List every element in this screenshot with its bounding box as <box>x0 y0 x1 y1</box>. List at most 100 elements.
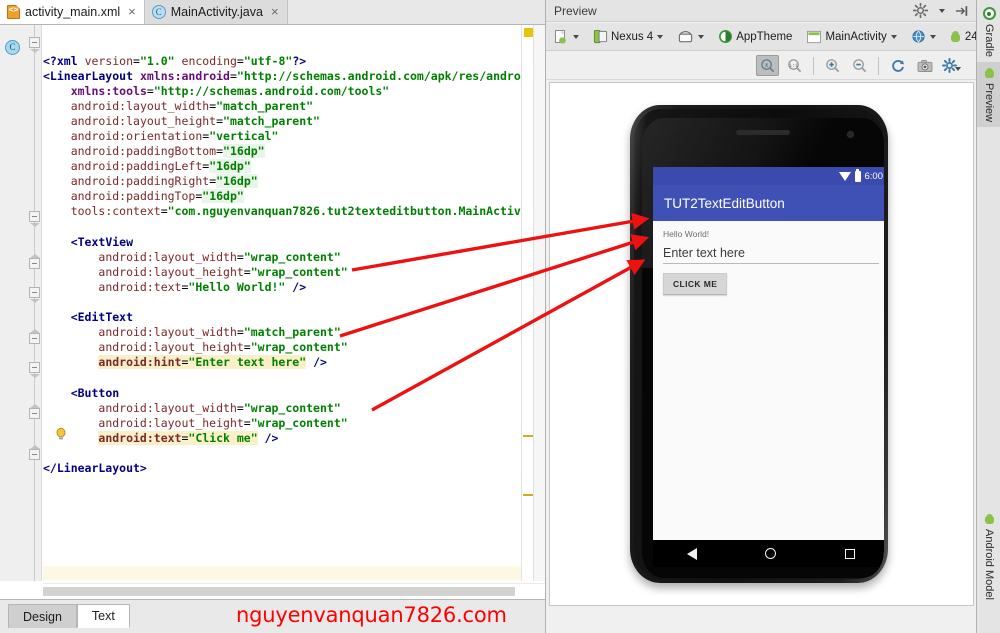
fold-end-edittext[interactable] <box>29 329 40 344</box>
chevron-down-icon <box>657 34 664 39</box>
editor-tab-strip: activity_main.xml × C MainActivity.java … <box>0 0 545 25</box>
device-selector[interactable]: Nexus 4 <box>589 26 667 48</box>
proximity-sensor-icon <box>676 132 681 137</box>
fold-toggle-linearlayout[interactable] <box>29 37 40 53</box>
tool-tab-android-model[interactable]: Android Model <box>977 508 1000 605</box>
editor-horizontal-scrollbar[interactable] <box>43 583 545 598</box>
zoom-in-button[interactable] <box>821 55 844 76</box>
chevron-down-icon <box>890 34 897 39</box>
zoom-to-fit-button[interactable] <box>756 55 779 76</box>
camera-icon <box>917 59 932 72</box>
orientation-selector[interactable] <box>673 26 708 48</box>
preview-configuration-toolbar: Nexus 4 AppTheme MainActivity 24 <box>546 23 988 51</box>
zoom-actual-size-button[interactable]: 1:1 <box>783 55 806 76</box>
editor-tab-label: MainActivity.java <box>170 4 263 19</box>
zoom-1to1-icon: 1:1 <box>788 59 802 73</box>
tab-design[interactable]: Design <box>8 604 77 628</box>
rendered-app-screen[interactable]: 6:00 TUT2TextEditButton Hello World! Ent… <box>653 167 884 567</box>
chevron-down-icon <box>929 34 936 39</box>
fold-rail <box>34 25 35 581</box>
xml-file-icon <box>7 4 20 19</box>
device-selector-label: Nexus 4 <box>611 30 654 43</box>
tool-tab-preview[interactable]: Preview <box>977 62 1000 128</box>
theme-selector[interactable]: AppTheme <box>714 26 796 48</box>
fold-end-linearlayout[interactable] <box>29 445 40 460</box>
theme-selector-label: AppTheme <box>736 30 793 43</box>
editor-marker-bar[interactable] <box>521 25 533 581</box>
preview-header-actions <box>913 3 969 18</box>
device-glass: 6:00 TUT2TextEditButton Hello World! Ent… <box>642 118 884 578</box>
app-content-area: Hello World! Enter text here CLICK ME <box>653 221 884 540</box>
collapse-panel-icon[interactable] <box>955 4 969 18</box>
device-icon <box>593 29 608 44</box>
editor-vertical-scrollbar[interactable] <box>533 25 545 581</box>
svg-text:1:1: 1:1 <box>789 63 798 69</box>
code-editor-pane: activity_main.xml × C MainActivity.java … <box>0 0 545 633</box>
preview-zoom-toolbar: 1:1 <box>546 52 977 80</box>
editor-gutter[interactable]: C <box>0 25 42 581</box>
zoom-out-button[interactable] <box>848 55 871 76</box>
theme-icon <box>719 30 733 43</box>
watermark-text: nguyenvanquan7826.com <box>236 603 507 627</box>
android-icon <box>983 513 995 525</box>
preview-title: Preview <box>554 3 597 18</box>
render-settings-button[interactable] <box>940 55 963 76</box>
editor-tab-activity-main-xml[interactable]: activity_main.xml × <box>0 0 145 24</box>
tab-text[interactable]: Text <box>76 604 130 628</box>
status-bar: 6:00 <box>653 167 884 185</box>
tool-tab-gradle[interactable]: Gradle <box>977 2 1000 62</box>
close-icon[interactable]: × <box>271 5 279 18</box>
tool-tab-label: Gradle <box>983 24 995 58</box>
editor-tab-label: activity_main.xml <box>25 4 121 19</box>
locale-selector[interactable] <box>907 26 940 48</box>
warning-marker[interactable] <box>524 28 533 37</box>
preview-button[interactable]: CLICK ME <box>663 273 728 295</box>
chevron-down-icon[interactable] <box>939 8 945 13</box>
nav-back-button[interactable] <box>687 547 698 560</box>
activity-selector-label: MainActivity <box>825 30 887 43</box>
change-marker[interactable] <box>523 494 533 496</box>
gradle-icon <box>982 7 996 20</box>
tab-text-label: Text <box>91 609 115 623</box>
fold-toggle-button[interactable] <box>29 362 40 378</box>
code-text-area[interactable]: <?xml version="1.0" encoding="utf-8"?> <… <box>43 25 521 581</box>
activity-icon <box>807 30 822 43</box>
fold-end-button[interactable] <box>29 404 40 419</box>
editor-tab-mainactivity-java[interactable]: C MainActivity.java × <box>144 0 288 24</box>
wifi-icon <box>838 171 851 181</box>
android-navigation-bar <box>653 540 884 567</box>
intention-bulb-icon[interactable] <box>54 427 68 441</box>
screenshot-button[interactable] <box>913 55 936 76</box>
gear-icon[interactable] <box>913 3 928 18</box>
fold-end-textview[interactable] <box>29 254 40 269</box>
device-inner-bezel: 6:00 TUT2TextEditButton Hello World! Ent… <box>634 109 884 579</box>
tool-tab-label: Preview <box>983 83 995 123</box>
nav-home-button[interactable] <box>765 548 777 559</box>
current-line-highlight <box>43 566 521 580</box>
activity-selector[interactable]: MainActivity <box>802 26 900 48</box>
earpiece-icon <box>736 130 790 135</box>
preview-edittext[interactable]: Enter text here <box>663 246 879 264</box>
class-marker-icon[interactable]: C <box>5 40 20 55</box>
status-bar-clock: 6:00 <box>864 170 884 182</box>
app-bar: TUT2TextEditButton <box>653 185 884 221</box>
configuration-button[interactable] <box>549 26 583 48</box>
preview-pane: Preview Nexus 4 AppTheme MainActivity 24… <box>545 0 988 633</box>
orientation-icon <box>679 31 693 43</box>
app-bar-title: TUT2TextEditButton <box>664 195 785 211</box>
chevron-down-icon <box>573 34 579 39</box>
change-marker[interactable] <box>523 435 533 437</box>
zoom-fit-icon <box>761 59 775 73</box>
fold-toggle-edittext[interactable] <box>29 287 40 303</box>
preview-canvas[interactable]: 6:00 TUT2TextEditButton Hello World! Ent… <box>549 82 974 606</box>
nav-recents-button[interactable] <box>844 548 855 559</box>
preview-header: Preview <box>546 0 977 22</box>
fold-toggle-textview[interactable] <box>29 211 40 227</box>
front-camera-icon <box>847 131 854 138</box>
zoom-out-icon <box>853 59 867 73</box>
xml-source-code[interactable]: <?xml version="1.0" encoding="utf-8"?> <… <box>43 54 521 477</box>
close-icon[interactable]: × <box>128 5 136 18</box>
configuration-icon <box>555 29 566 43</box>
refresh-render-button[interactable] <box>886 55 909 76</box>
scrollbar-thumb[interactable] <box>43 587 515 596</box>
